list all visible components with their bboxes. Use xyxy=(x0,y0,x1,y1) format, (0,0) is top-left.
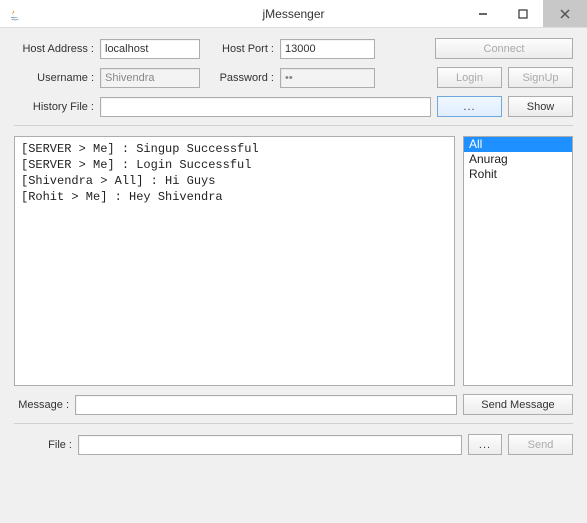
host-port-label: Host Port : xyxy=(214,43,274,55)
host-address-input[interactable] xyxy=(100,39,200,59)
history-show-button[interactable]: Show xyxy=(508,96,573,117)
auth-row: Username : Password : Login SignUp xyxy=(14,67,573,88)
password-label: Password : xyxy=(214,72,274,84)
maximize-button[interactable] xyxy=(503,0,543,27)
user-list-item[interactable]: Anurag xyxy=(464,152,572,167)
connection-row: Host Address : Host Port : Connect xyxy=(14,38,573,59)
minimize-button[interactable] xyxy=(463,0,503,27)
username-input[interactable] xyxy=(100,68,200,88)
separator xyxy=(14,125,573,126)
login-button[interactable]: Login xyxy=(437,67,502,88)
separator xyxy=(14,423,573,424)
file-row: File : ... Send xyxy=(14,434,573,455)
history-file-input[interactable] xyxy=(100,97,431,117)
host-address-label: Host Address : xyxy=(14,43,94,55)
host-port-input[interactable] xyxy=(280,39,375,59)
user-list[interactable]: AllAnuragRohit xyxy=(463,136,573,386)
user-list-item[interactable]: Rohit xyxy=(464,167,572,182)
file-browse-button[interactable]: ... xyxy=(468,434,502,455)
send-message-button[interactable]: Send Message xyxy=(463,394,573,415)
user-list-item[interactable]: All xyxy=(464,137,572,152)
java-icon xyxy=(8,6,24,22)
file-label: File : xyxy=(22,439,72,451)
file-path-input[interactable] xyxy=(78,435,462,455)
history-row: History File : ... Show xyxy=(14,96,573,117)
main-area: [SERVER > Me] : Singup Successful [SERVE… xyxy=(14,136,573,386)
close-button[interactable] xyxy=(543,0,587,27)
username-label: Username : xyxy=(14,72,94,84)
signup-button[interactable]: SignUp xyxy=(508,67,573,88)
file-send-button[interactable]: Send xyxy=(508,434,573,455)
titlebar: jMessenger xyxy=(0,0,587,28)
history-file-label: History File : xyxy=(14,101,94,113)
message-label: Message : xyxy=(14,399,69,411)
chat-log[interactable]: [SERVER > Me] : Singup Successful [SERVE… xyxy=(14,136,455,386)
history-browse-button[interactable]: ... xyxy=(437,96,502,117)
window-controls xyxy=(463,0,587,27)
password-input[interactable] xyxy=(280,68,375,88)
connect-button[interactable]: Connect xyxy=(435,38,573,59)
message-input[interactable] xyxy=(75,395,457,415)
message-row: Message : Send Message xyxy=(14,394,573,415)
